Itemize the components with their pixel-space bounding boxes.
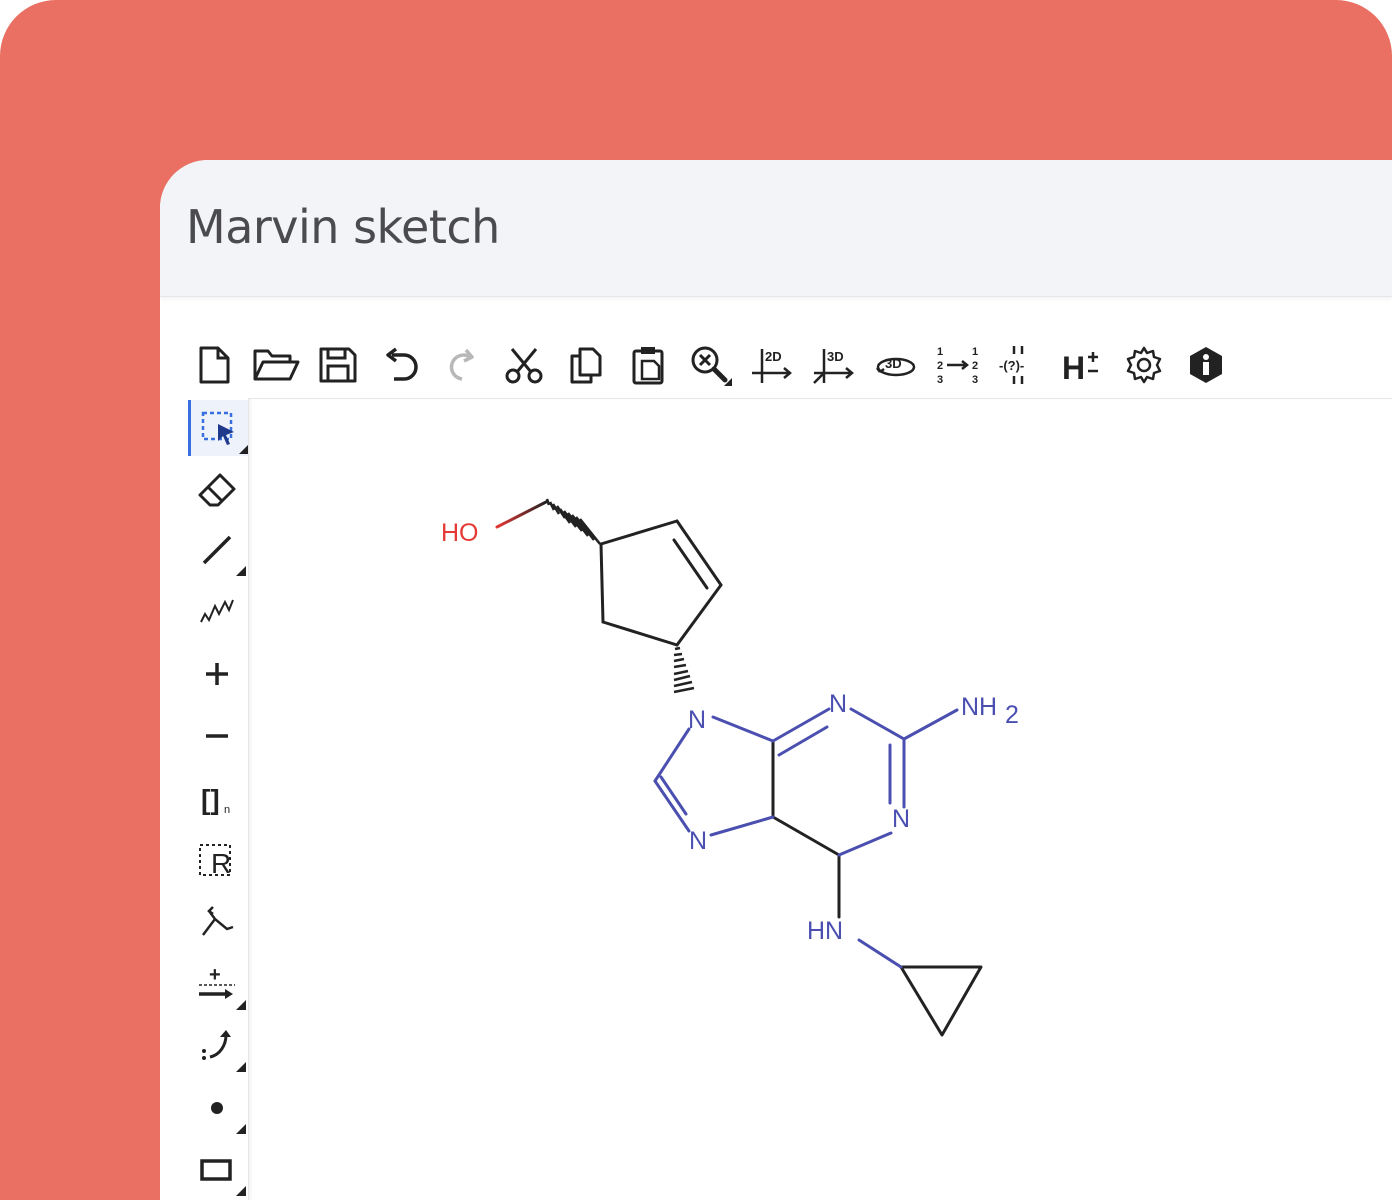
title-bar: Marvin sketch — [160, 160, 1392, 297]
bond-c4-n3b — [777, 725, 829, 757]
settings-icon[interactable] — [1118, 340, 1170, 390]
select-icon[interactable] — [188, 400, 249, 456]
hydrogen-icon[interactable]: H — [1056, 340, 1108, 390]
svg-text:-(?)-: -(?)- — [999, 358, 1024, 373]
rgroup-icon[interactable]: R — [188, 832, 246, 888]
bond-c8-n9 — [653, 727, 691, 783]
clean-2d-icon[interactable]: 2D — [746, 340, 798, 390]
atom-label-hydroxyl: HO — [441, 519, 479, 547]
svg-text:+: + — [209, 965, 221, 986]
window-title: Marvin sketch — [186, 200, 500, 254]
bond-n3-c2 — [849, 707, 906, 741]
bond-c5-n7 — [709, 815, 775, 837]
svg-text:3D: 3D — [827, 349, 844, 364]
info-icon[interactable] — [1180, 340, 1232, 390]
svg-text:n: n — [224, 804, 230, 816]
bond-c4-n3 — [771, 707, 831, 743]
bond-ring-2b — [672, 538, 709, 590]
atom-label-amine: NH — [961, 693, 997, 721]
new-document-icon[interactable] — [188, 340, 240, 390]
bond-n1-c6 — [837, 831, 893, 857]
chain-icon[interactable] — [188, 584, 246, 640]
svg-text:R: R — [211, 848, 231, 879]
eraser-icon[interactable] — [188, 462, 246, 518]
bond-n7-c8 — [653, 779, 691, 833]
undo-icon[interactable] — [374, 340, 426, 390]
atom-label-n9: N — [688, 706, 706, 734]
svg-text:3D: 3D — [885, 356, 902, 371]
electron-flow-icon[interactable] — [188, 1018, 246, 1074]
clean-3d-icon[interactable]: 3D — [808, 340, 860, 390]
query-bond-icon[interactable]: -(?)- — [994, 340, 1046, 390]
zoom-icon[interactable] — [684, 340, 736, 390]
copy-icon[interactable] — [560, 340, 612, 390]
svg-text:H: H — [1062, 350, 1085, 385]
save-icon[interactable] — [312, 340, 364, 390]
plus-charge-icon[interactable] — [188, 646, 246, 702]
svg-text:2D: 2D — [765, 349, 782, 364]
app-window: Marvin sketch 2D 3D 3D 1 2 3 1 2 3 -(?)-… — [160, 160, 1392, 1200]
cut-icon[interactable] — [498, 340, 550, 390]
bond-ring-1 — [599, 519, 679, 546]
radical-icon[interactable] — [188, 1080, 246, 1136]
svg-text:2: 2 — [937, 360, 943, 372]
hashed-wedge-n9 — [673, 646, 695, 694]
svg-text:[]: [] — [201, 784, 220, 815]
bond-o-ch2 — [495, 500, 548, 529]
single-bond-icon[interactable] — [188, 522, 246, 578]
bond-n9-c4 — [711, 715, 775, 743]
atom-label-n3: N — [829, 690, 847, 718]
bond-nh-cp — [857, 938, 903, 969]
bond-c2-nh2 — [902, 708, 959, 741]
reaction-arrow-icon[interactable]: + — [188, 956, 246, 1012]
atom-label-hn: HN — [807, 917, 843, 945]
paste-icon[interactable] — [622, 340, 674, 390]
bond-ring-3 — [675, 583, 723, 647]
cyclopropane-ring — [899, 965, 983, 1037]
attachment-icon[interactable] — [188, 894, 246, 950]
svg-text:1: 1 — [937, 346, 943, 358]
sgroup-bracket-icon[interactable]: [] n — [188, 770, 246, 826]
svg-text:3: 3 — [972, 374, 978, 386]
left-toolbar: [] n R + — [188, 400, 249, 1200]
redo-icon[interactable] — [436, 340, 488, 390]
atom-label-n7: N — [689, 827, 707, 855]
bond-ring-4 — [601, 620, 679, 647]
bond-c5-c6 — [771, 815, 841, 857]
app-background: Marvin sketch 2D 3D 3D 1 2 3 1 2 3 -(?)-… — [0, 0, 1392, 1200]
molecule-structure: HO N N NH 2 N N HN — [441, 498, 1019, 1037]
renumber-icon[interactable]: 1 2 3 1 2 3 — [932, 340, 984, 390]
svg-text:1: 1 — [972, 346, 978, 358]
minus-charge-icon[interactable] — [188, 708, 246, 764]
drawing-canvas[interactable]: HO N N NH 2 N N HN — [248, 398, 1392, 1200]
open-folder-icon[interactable] — [250, 340, 302, 390]
hashed-wedge-ch2 — [545, 498, 602, 545]
svg-text:3: 3 — [937, 374, 943, 386]
atom-label-n1: N — [892, 805, 910, 833]
atom-label-amine-subscript: 2 — [1005, 701, 1019, 729]
svg-text:2: 2 — [972, 360, 978, 372]
bond-ring-5 — [599, 542, 605, 624]
rectangle-shape-icon[interactable] — [188, 1142, 246, 1198]
rotate-3d-icon[interactable]: 3D — [870, 340, 922, 390]
